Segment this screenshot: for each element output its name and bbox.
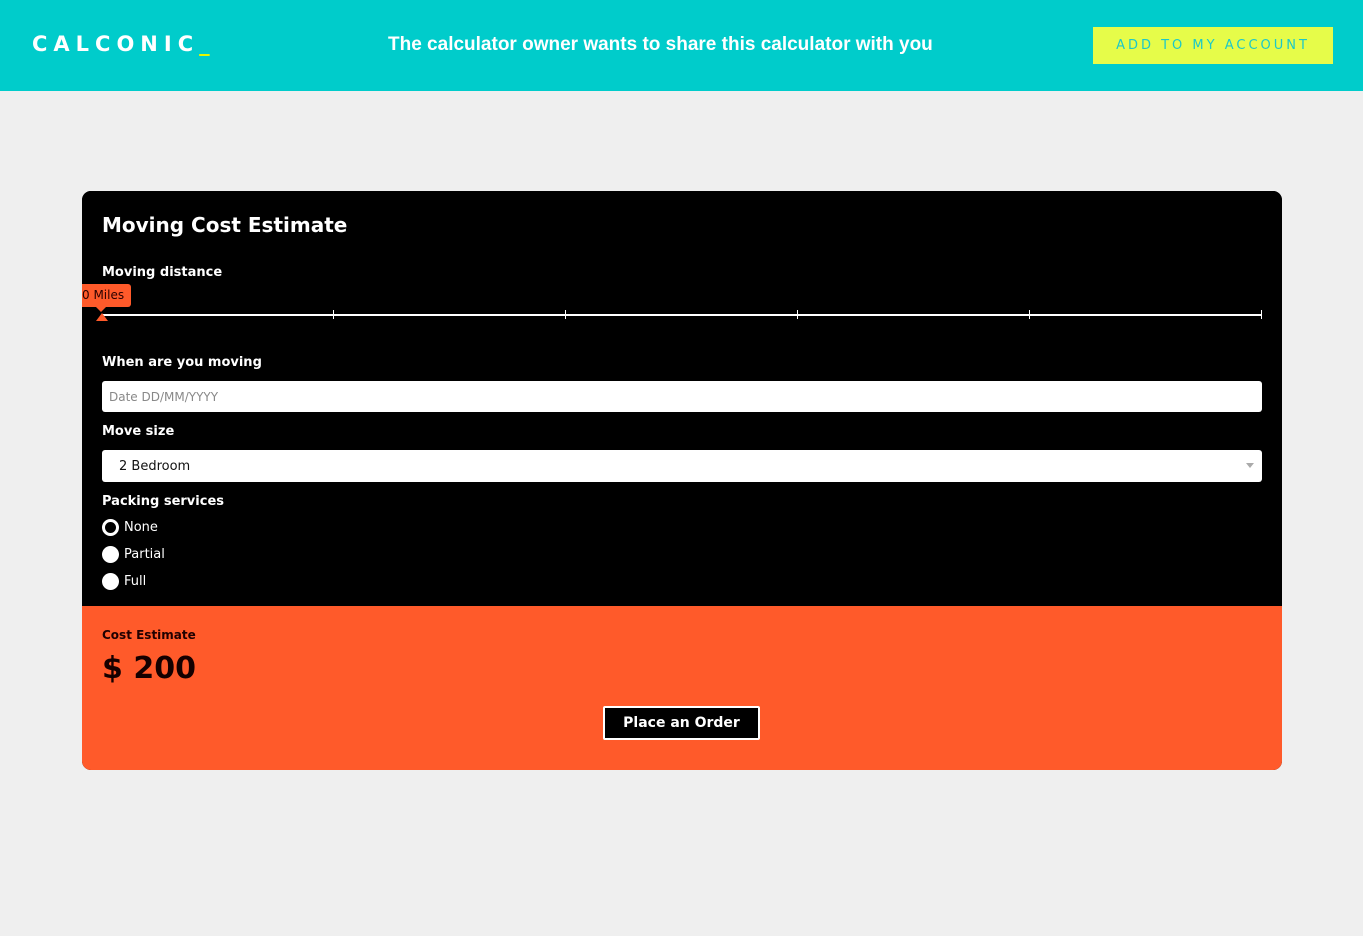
packing-option-label: Partial — [124, 547, 165, 562]
calconic-logo[interactable]: CALCONIC_ — [32, 32, 210, 56]
cost-estimate-label: Cost Estimate — [102, 628, 196, 642]
distance-slider-track[interactable] — [102, 314, 1262, 316]
packing-option-partial[interactable]: Partial — [102, 546, 165, 563]
packing-option-label: None — [124, 520, 158, 535]
packing-services-label: Packing services — [102, 494, 225, 509]
move-size-select[interactable]: 2 Bedroom — [102, 450, 1262, 482]
packing-option-full[interactable]: Full — [102, 573, 146, 590]
radio-unselected-icon — [102, 546, 119, 563]
radio-selected-icon — [102, 519, 119, 536]
logo-text: CALCONIC — [32, 32, 200, 56]
calculator-card: Moving Cost Estimate Moving distance 0 M… — [82, 191, 1282, 770]
logo-cursor: _ — [199, 32, 210, 56]
moving-date-label: When are you moving — [102, 355, 262, 370]
distance-value-bubble: 0 Miles — [82, 284, 131, 312]
moving-distance-label: Moving distance — [102, 265, 223, 280]
packing-option-label: Full — [124, 574, 147, 589]
distance-slider-handle[interactable] — [96, 313, 108, 321]
chevron-down-icon — [1246, 463, 1254, 468]
move-size-selected-value: 2 Bedroom — [119, 458, 191, 474]
add-to-my-account-button[interactable]: ADD TO MY ACCOUNT — [1093, 27, 1333, 64]
packing-option-none[interactable]: None — [102, 519, 158, 536]
place-order-button[interactable]: Place an Order — [603, 706, 760, 740]
move-size-label: Move size — [102, 424, 175, 439]
moving-date-input[interactable] — [102, 381, 1262, 412]
cost-estimate-section: Cost Estimate $ 200 Place an Order — [82, 606, 1282, 770]
cost-estimate-value: $ 200 — [102, 651, 196, 686]
radio-unselected-icon — [102, 573, 119, 590]
slider-tick — [797, 310, 798, 319]
calculator-form: Moving Cost Estimate Moving distance 0 M… — [82, 191, 1282, 606]
slider-tick — [1029, 310, 1030, 319]
top-banner: CALCONIC_ The calculator owner wants to … — [0, 0, 1363, 91]
calculator-title: Moving Cost Estimate — [102, 213, 348, 237]
slider-tick — [333, 310, 334, 319]
share-message: The calculator owner wants to share this… — [388, 34, 933, 55]
slider-tick — [565, 310, 566, 319]
slider-tick — [1261, 310, 1262, 319]
